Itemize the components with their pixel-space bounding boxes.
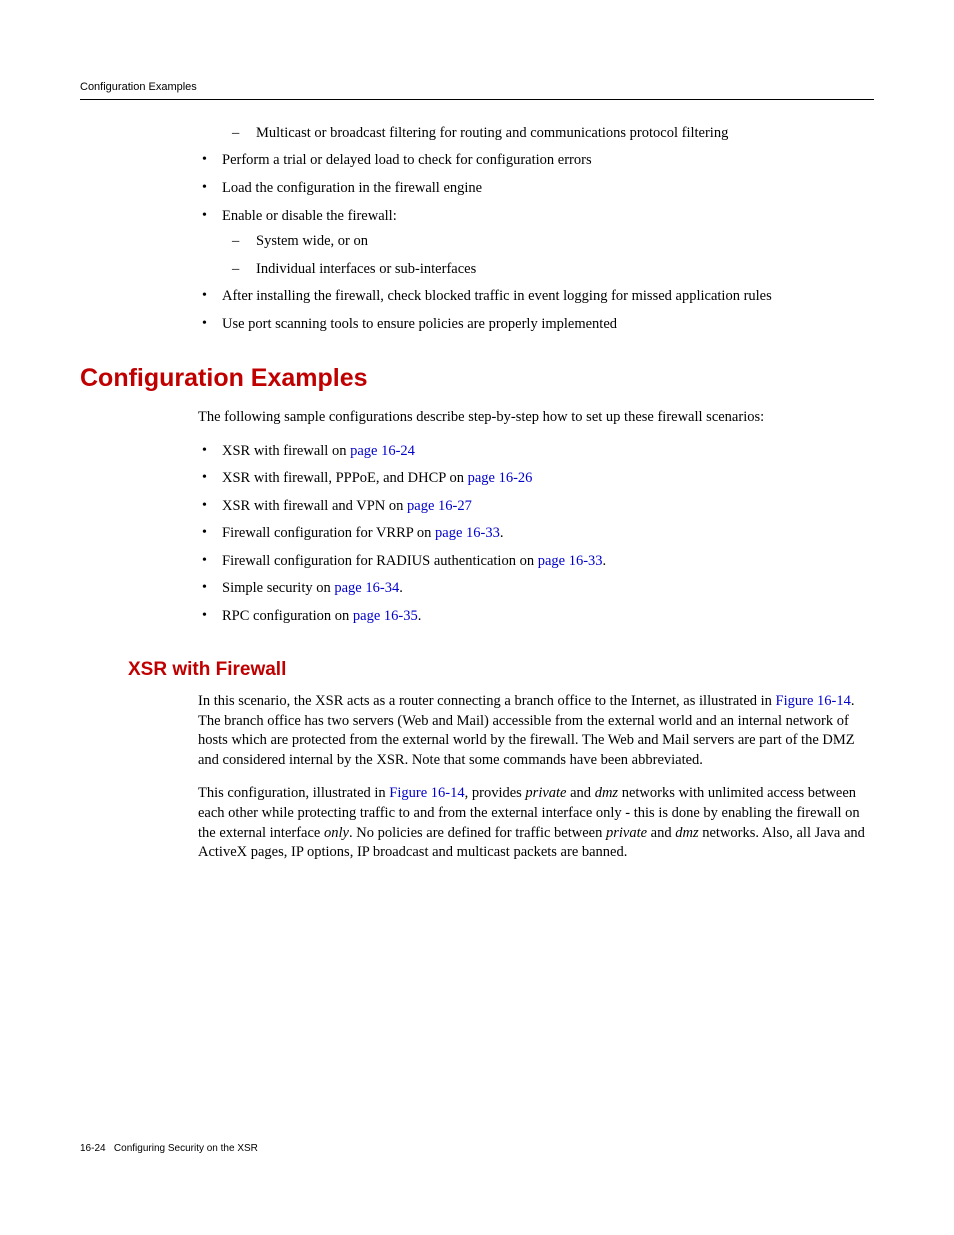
continued-sublist: Multicast or broadcast filtering for rou… xyxy=(222,124,874,144)
italic-text: only xyxy=(324,825,349,841)
text: . No policies are defined for traffic be… xyxy=(349,825,606,841)
page-link[interactable]: page 16-24 xyxy=(350,443,415,459)
section-intro: The following sample configurations desc… xyxy=(198,408,874,428)
text: and xyxy=(647,825,675,841)
list-item: RPC configuration on page 16-35. xyxy=(198,607,874,627)
list-item: System wide, or on xyxy=(222,232,874,252)
text: XSR with firewall and VPN on xyxy=(222,498,407,514)
page: Configuration Examples Multicast or broa… xyxy=(0,0,954,1235)
italic-text: private xyxy=(606,825,647,841)
text: XSR with firewall, PPPoE, and DHCP on xyxy=(222,470,468,486)
italic-text: private xyxy=(525,785,566,801)
page-link[interactable]: page 16-26 xyxy=(468,470,533,486)
running-header: Configuration Examples xyxy=(80,80,874,100)
page-link[interactable]: page 16-33 xyxy=(435,525,500,541)
page-link[interactable]: page 16-33 xyxy=(538,553,603,569)
figure-link[interactable]: Figure 16-14 xyxy=(776,693,851,709)
list-item: Multicast or broadcast filtering for rou… xyxy=(222,124,874,144)
text: . xyxy=(603,553,607,569)
content: Multicast or broadcast filtering for rou… xyxy=(80,124,874,863)
list-item: Simple security on page 16-34. xyxy=(198,579,874,599)
page-number: 16-24 xyxy=(80,1143,106,1154)
figure-link[interactable]: Figure 16-14 xyxy=(389,785,464,801)
text: . xyxy=(500,525,504,541)
sublist: System wide, or on Individual interfaces… xyxy=(222,232,874,279)
list-item: XSR with firewall and VPN on page 16-27 xyxy=(198,497,874,517)
text: . xyxy=(418,608,422,624)
text: This configuration, illustrated in xyxy=(198,785,389,801)
subsection-heading: XSR with Firewall xyxy=(128,657,874,683)
list-item: Use port scanning tools to ensure polici… xyxy=(198,315,874,335)
text: In this scenario, the XSR acts as a rout… xyxy=(198,693,776,709)
list-item: Individual interfaces or sub-interfaces xyxy=(222,260,874,280)
text: XSR with firewall on xyxy=(222,443,350,459)
page-link[interactable]: page 16-27 xyxy=(407,498,472,514)
section-heading: Configuration Examples xyxy=(80,362,874,396)
list-item: After installing the firewall, check blo… xyxy=(198,287,874,307)
list-item: XSR with firewall, PPPoE, and DHCP on pa… xyxy=(198,469,874,489)
text: RPC configuration on xyxy=(222,608,353,624)
text: Firewall configuration for RADIUS authen… xyxy=(222,553,538,569)
page-link[interactable]: page 16-35 xyxy=(353,608,418,624)
footer-title: Configuring Security on the XSR xyxy=(114,1143,258,1154)
page-footer: 16-24 Configuring Security on the XSR xyxy=(80,1142,258,1156)
list-item: Enable or disable the firewall: System w… xyxy=(198,207,874,280)
text: and xyxy=(567,785,595,801)
list-item: Firewall configuration for VRRP on page … xyxy=(198,524,874,544)
list-item: Firewall configuration for RADIUS authen… xyxy=(198,552,874,572)
italic-text: dmz xyxy=(675,825,698,841)
paragraph: This configuration, illustrated in Figur… xyxy=(198,784,874,862)
list-item: Perform a trial or delayed load to check… xyxy=(198,151,874,171)
section-list: XSR with firewall on page 16-24 XSR with… xyxy=(80,442,874,627)
list-item: Load the configuration in the firewall e… xyxy=(198,179,874,199)
text: Firewall configuration for VRRP on xyxy=(222,525,435,541)
text: Simple security on xyxy=(222,580,334,596)
intro-list: Perform a trial or delayed load to check… xyxy=(80,151,874,334)
page-link[interactable]: page 16-34 xyxy=(334,580,399,596)
text: . xyxy=(399,580,403,596)
text: , provides xyxy=(465,785,526,801)
paragraph: In this scenario, the XSR acts as a rout… xyxy=(198,692,874,770)
italic-text: dmz xyxy=(595,785,618,801)
list-item: XSR with firewall on page 16-24 xyxy=(198,442,874,462)
list-item-text: Enable or disable the firewall: xyxy=(222,208,397,224)
